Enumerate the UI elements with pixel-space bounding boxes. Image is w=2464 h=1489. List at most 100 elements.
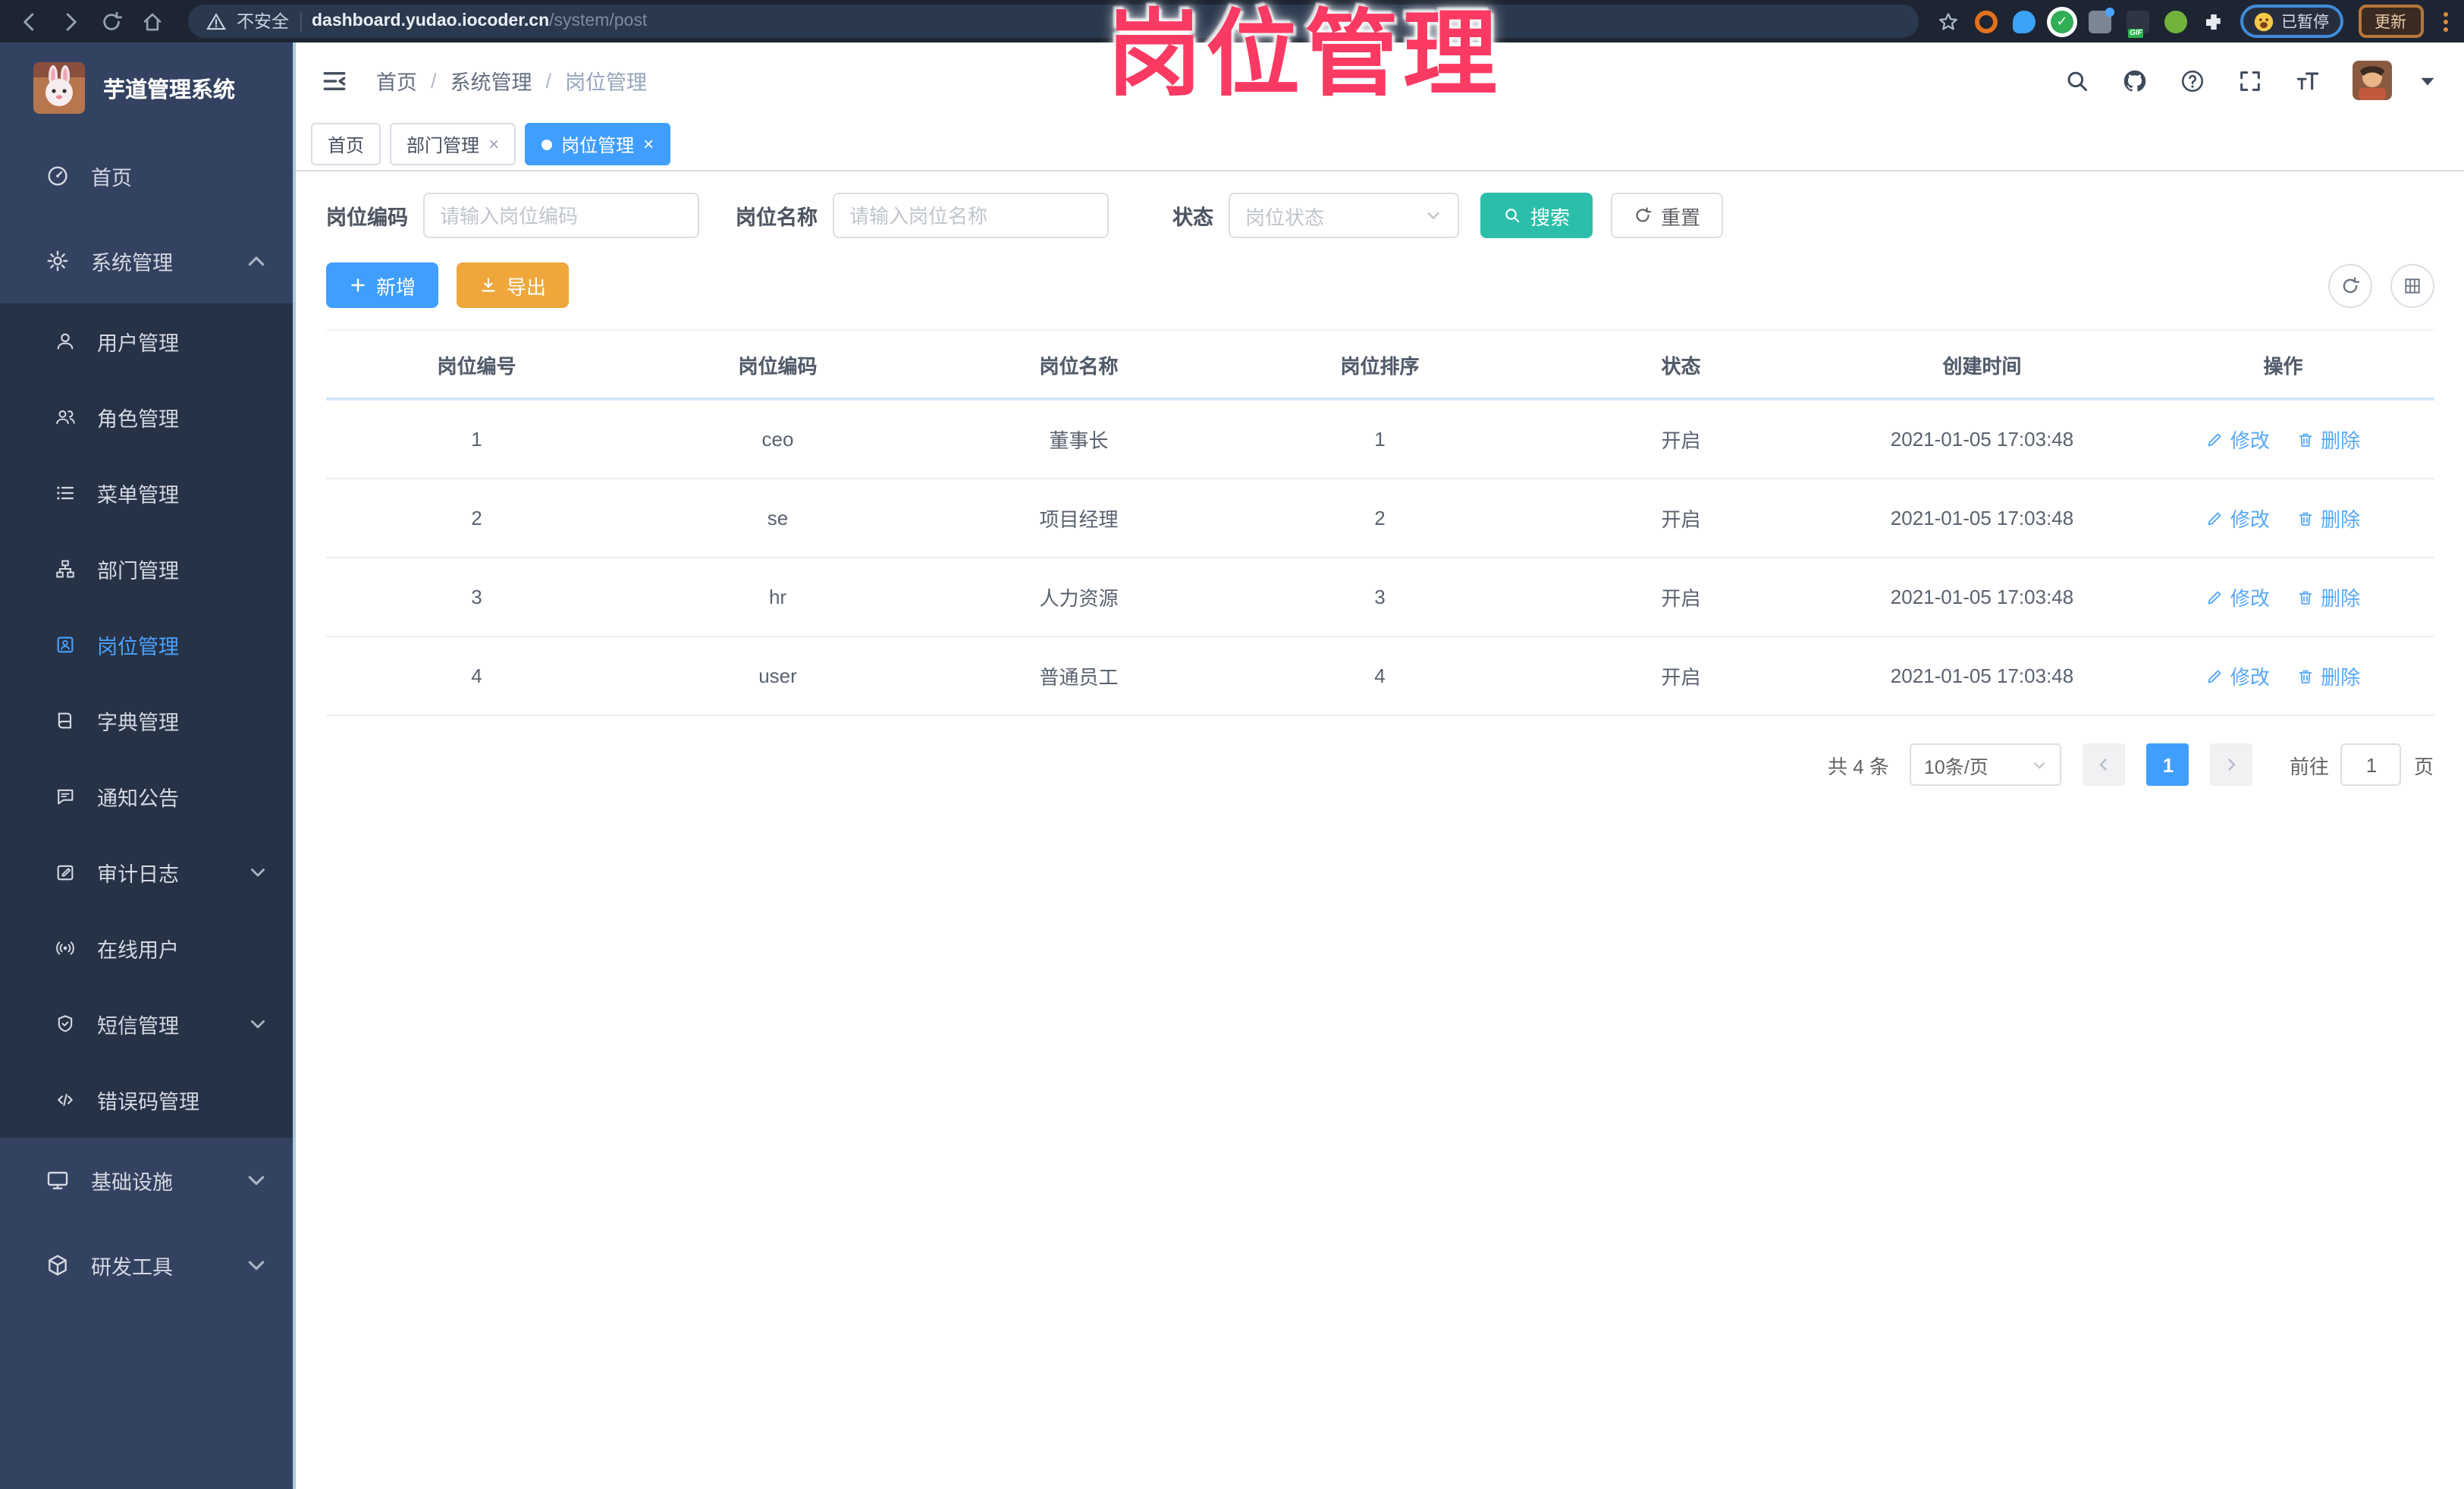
browser-update-button[interactable]: 更新 xyxy=(2358,5,2423,38)
sidebar-item-posts[interactable]: 岗位管理 xyxy=(0,607,296,683)
home-icon[interactable] xyxy=(141,10,164,33)
page-size-select[interactable]: 10条/页 xyxy=(1910,743,2062,786)
edit-link[interactable]: 修改 xyxy=(2206,425,2270,454)
sidebar-item-roles[interactable]: 角色管理 xyxy=(0,379,296,455)
github-icon[interactable] xyxy=(2121,68,2147,93)
sidebar-item-audit-log[interactable]: 审计日志 xyxy=(0,834,296,910)
close-icon[interactable]: × xyxy=(643,135,654,153)
tab-home[interactable]: 首页 xyxy=(311,123,381,165)
tab-posts[interactable]: 岗位管理 × xyxy=(525,123,671,165)
search-icon[interactable] xyxy=(2064,68,2089,93)
post-code-label: 岗位编码 xyxy=(326,206,408,229)
paused-label: 已暂停 xyxy=(2281,13,2329,31)
search-button[interactable]: 搜索 xyxy=(1480,193,1593,238)
grid-icon xyxy=(2402,275,2422,295)
status-select[interactable]: 岗位状态 xyxy=(1229,193,1459,238)
page-number-1[interactable]: 1 xyxy=(2146,743,2189,786)
help-icon[interactable] xyxy=(2179,68,2205,93)
edit-link[interactable]: 修改 xyxy=(2206,504,2270,532)
refresh-table-button[interactable] xyxy=(2327,263,2371,307)
delete-link[interactable]: 删除 xyxy=(2296,504,2360,532)
sidebar-item-menus[interactable]: 菜单管理 xyxy=(0,455,296,531)
goto-page-input[interactable] xyxy=(2340,743,2402,786)
trash-icon xyxy=(2296,430,2315,448)
browser-extensions: ✓ GIF 已暂停 更新 xyxy=(1937,5,2452,38)
chevron-down-icon xyxy=(247,1013,268,1035)
extension-blue-pin-icon[interactable] xyxy=(2013,10,2036,33)
bookmark-star-icon[interactable] xyxy=(1937,10,1960,33)
page-content: 岗位编码 岗位名称 状态 岗位状态 搜索 xyxy=(296,171,2464,1489)
close-icon[interactable]: × xyxy=(488,135,499,153)
sidebar-item-error-codes[interactable]: 错误码管理 xyxy=(0,1062,296,1138)
extension-gif-icon[interactable]: GIF xyxy=(2127,10,2149,37)
log-icon xyxy=(55,862,76,883)
url-domain: dashboard.yudao.iocoder.cn xyxy=(312,12,550,30)
sidebar-item-infrastructure[interactable]: 基础设施 xyxy=(0,1138,296,1223)
delete-link[interactable]: 删除 xyxy=(2296,425,2360,454)
table-row: 2 se 项目经理 2 开启 2021-01-05 17:03:48 修改 删除 xyxy=(326,479,2434,558)
sidebar-item-system[interactable]: 系统管理 xyxy=(0,218,296,303)
back-icon[interactable] xyxy=(18,10,41,33)
address-bar[interactable]: 不安全 dashboard.yudao.iocoder.cn/system/po… xyxy=(188,5,1919,38)
sidebar-item-notices[interactable]: 通知公告 xyxy=(0,759,296,834)
reload-icon[interactable] xyxy=(100,10,123,33)
sidebar-item-home[interactable]: 首页 xyxy=(0,134,296,218)
fullscreen-icon[interactable] xyxy=(2236,68,2262,93)
header-actions xyxy=(2064,61,2440,100)
browser-menu-icon[interactable] xyxy=(2438,11,2452,31)
pagination: 共 4 条 10条/页 1 前往 页 xyxy=(326,743,2434,786)
sidebar-item-dev-tools[interactable]: 研发工具 xyxy=(0,1223,296,1308)
post-name-input[interactable] xyxy=(833,193,1109,238)
app-title: 芋道管理系统 xyxy=(103,78,235,102)
delete-link[interactable]: 删除 xyxy=(2296,661,2360,690)
gear-icon xyxy=(46,249,70,273)
sidebar-item-sms[interactable]: 短信管理 xyxy=(0,986,296,1062)
goto-page: 前往 页 xyxy=(2290,743,2434,786)
extension-orange-ring-icon[interactable] xyxy=(1975,10,1998,33)
caret-down-icon[interactable] xyxy=(2414,68,2440,93)
user-icon xyxy=(55,331,76,352)
col-post-sort: 岗位排序 xyxy=(1229,330,1530,401)
posts-table: 岗位编号 岗位编码 岗位名称 岗位排序 状态 创建时间 操作 1 ceo 董事长… xyxy=(326,329,2434,716)
not-secure-icon[interactable] xyxy=(206,11,226,31)
chevron-right-icon xyxy=(2223,755,2241,774)
prev-page-button[interactable] xyxy=(2083,743,2126,786)
extensions-puzzle-icon[interactable] xyxy=(2202,10,2225,33)
trash-icon xyxy=(2296,588,2315,606)
extension-green-check-icon[interactable]: ✓ xyxy=(2051,10,2073,33)
font-size-icon[interactable] xyxy=(2294,68,2320,93)
edit-link[interactable]: 修改 xyxy=(2206,661,2270,690)
post-code-input[interactable] xyxy=(423,193,699,238)
export-button[interactable]: 导出 xyxy=(457,262,570,308)
sidebar-item-dictionary[interactable]: 字典管理 xyxy=(0,683,296,759)
reset-button[interactable]: 重置 xyxy=(1611,193,1724,238)
breadcrumb-home[interactable]: 首页 xyxy=(376,65,417,96)
status-label: 状态 xyxy=(1172,206,1213,229)
column-settings-button[interactable] xyxy=(2390,263,2434,307)
user-avatar[interactable] xyxy=(2352,61,2391,100)
paused-extension-badge[interactable]: 已暂停 xyxy=(2240,5,2343,38)
app-header: 首页 / 系统管理 / 岗位管理 xyxy=(296,42,2464,118)
trash-icon xyxy=(2296,667,2315,685)
edit-link[interactable]: 修改 xyxy=(2206,583,2270,611)
sidebar-item-online-users[interactable]: 在线用户 xyxy=(0,910,296,986)
next-page-button[interactable] xyxy=(2210,743,2253,786)
url-text[interactable]: dashboard.yudao.iocoder.cn/system/post xyxy=(312,12,647,30)
breadcrumb-separator: / xyxy=(431,69,437,92)
sidebar-item-departments[interactable]: 部门管理 xyxy=(0,531,296,607)
breadcrumb-system[interactable]: 系统管理 xyxy=(450,65,532,96)
sidebar-fold-icon[interactable] xyxy=(320,66,349,95)
delete-link[interactable]: 删除 xyxy=(2296,583,2360,611)
extension-gray-icon[interactable] xyxy=(2089,7,2114,33)
download-icon xyxy=(479,276,498,294)
sidebar-item-users[interactable]: 用户管理 xyxy=(0,303,296,379)
tab-departments[interactable]: 部门管理 × xyxy=(390,123,516,165)
extension-green-icon[interactable] xyxy=(2164,10,2187,33)
active-tab-dot xyxy=(541,139,553,149)
broadcast-icon xyxy=(55,938,76,959)
edit-icon xyxy=(2206,588,2224,606)
url-separator xyxy=(300,11,301,31)
forward-icon[interactable] xyxy=(59,10,82,33)
add-button[interactable]: 新增 xyxy=(326,262,439,308)
edit-icon xyxy=(2206,509,2224,527)
